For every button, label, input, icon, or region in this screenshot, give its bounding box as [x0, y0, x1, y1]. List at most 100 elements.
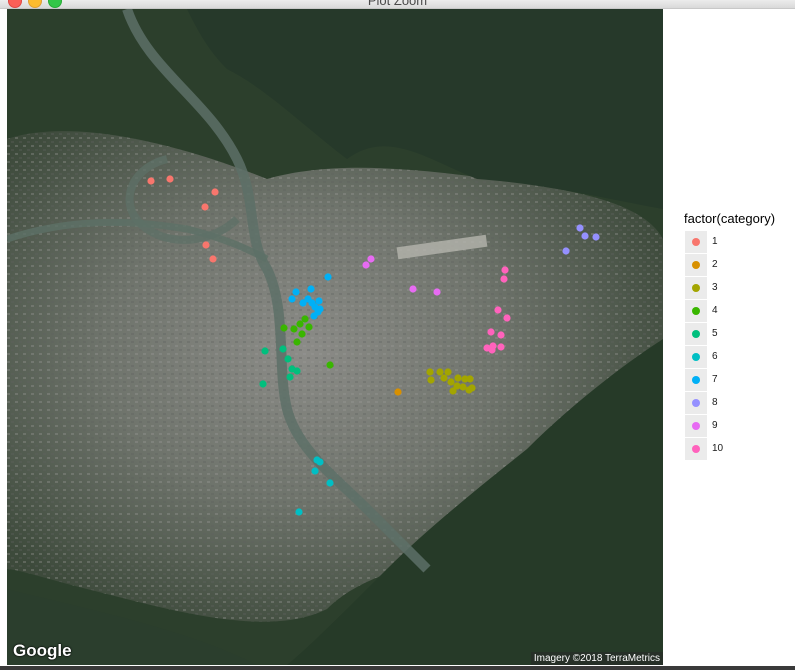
legend-dot	[692, 283, 700, 292]
legend-item: 6	[684, 345, 792, 368]
data-point-category-3	[444, 368, 452, 376]
legend-key	[685, 345, 707, 368]
data-point-category-9	[367, 255, 375, 263]
data-point-category-8	[576, 224, 584, 232]
legend-item: 3	[684, 276, 792, 299]
data-point-category-10	[483, 344, 491, 352]
data-point-category-10	[500, 275, 508, 283]
legend-key	[685, 391, 707, 414]
data-point-category-3	[447, 378, 455, 386]
data-point-category-6	[316, 458, 324, 466]
legend-item: 5	[684, 322, 792, 345]
data-point-category-8	[592, 233, 600, 241]
legend-title: factor(category)	[684, 211, 776, 226]
data-point-category-7	[288, 295, 296, 303]
map-plot-panel: Google Imagery ©2018 TerraMetrics	[7, 9, 663, 665]
data-point-category-10	[494, 306, 502, 314]
data-point-category-3	[454, 374, 462, 382]
data-point-category-3	[436, 368, 444, 376]
data-point-category-10	[487, 328, 495, 336]
data-point-category-5	[286, 373, 294, 381]
data-point-category-5	[259, 380, 267, 388]
data-point-category-8	[562, 247, 570, 255]
legend-dot	[692, 444, 700, 453]
legend-item: 1	[684, 230, 792, 253]
legend-label: 7	[712, 374, 718, 385]
data-point-category-9	[433, 288, 441, 296]
legend-item: 8	[684, 391, 792, 414]
data-point-category-10	[497, 331, 505, 339]
legend-key	[685, 253, 707, 276]
legend-key	[685, 322, 707, 345]
plot-zoom-window: Plot Zoom Google Imagery ©2018 TerraMetr…	[0, 0, 795, 670]
data-point-category-10	[497, 343, 505, 351]
data-point-category-5	[293, 367, 301, 375]
legend-item: 7	[684, 368, 792, 391]
legend-dot	[692, 260, 700, 269]
data-point-category-4	[296, 320, 304, 328]
legend-key	[685, 437, 707, 460]
data-point-category-5	[279, 345, 287, 353]
legend-item: 2	[684, 253, 792, 276]
data-point-category-6	[295, 508, 303, 516]
data-point-category-1	[147, 177, 155, 185]
legend-key	[685, 276, 707, 299]
data-point-category-3	[449, 387, 457, 395]
data-point-category-6	[326, 479, 334, 487]
data-point-category-4	[326, 361, 334, 369]
legend-key	[685, 230, 707, 253]
map-attribution: Imagery ©2018 TerraMetrics	[530, 652, 663, 665]
data-point-category-7	[292, 288, 300, 296]
legend-key	[685, 299, 707, 322]
data-point-category-5	[284, 355, 292, 363]
data-point-category-4	[293, 338, 301, 346]
data-point-category-2	[394, 388, 402, 396]
data-point-category-3	[426, 368, 434, 376]
legend-dot	[692, 237, 700, 246]
legend-label: 8	[712, 397, 718, 408]
data-point-category-7	[315, 297, 323, 305]
data-point-category-7	[299, 299, 307, 307]
legend-label: 1	[712, 236, 718, 247]
legend-label: 9	[712, 420, 718, 431]
data-point-category-3	[440, 374, 448, 382]
window-titlebar[interactable]: Plot Zoom	[0, 0, 795, 9]
legend-label: 2	[712, 259, 718, 270]
data-point-category-3	[466, 375, 474, 383]
dock-strip	[0, 666, 795, 670]
legend-dot	[692, 421, 700, 430]
data-point-category-7	[307, 285, 315, 293]
data-point-category-3	[465, 386, 473, 394]
data-point-category-7	[324, 273, 332, 281]
legend: factor(category) 1 2 3 4 5 6 7 8 9 10	[684, 211, 792, 460]
data-point-category-7	[316, 305, 324, 313]
data-point-category-9	[362, 261, 370, 269]
legend-dot	[692, 375, 700, 384]
legend-label: 10	[712, 443, 724, 454]
data-point-category-6	[311, 467, 319, 475]
legend-key	[685, 414, 707, 437]
data-point-category-1	[211, 188, 219, 196]
data-point-category-3	[427, 376, 435, 384]
legend-dot	[692, 306, 700, 315]
data-point-category-5	[261, 347, 269, 355]
legend-key	[685, 368, 707, 391]
data-point-category-7	[310, 312, 318, 320]
data-point-category-1	[166, 175, 174, 183]
legend-dot	[692, 352, 700, 361]
legend-label: 6	[712, 351, 718, 362]
data-point-category-1	[202, 241, 210, 249]
data-point-category-9	[409, 285, 417, 293]
data-point-category-10	[501, 266, 509, 274]
data-point-category-4	[298, 330, 306, 338]
satellite-map	[7, 9, 663, 665]
legend-dot	[692, 398, 700, 407]
legend-label: 3	[712, 282, 718, 293]
data-point-category-10	[503, 314, 511, 322]
data-point-category-8	[581, 232, 589, 240]
legend-dot	[692, 329, 700, 338]
data-point-category-4	[290, 325, 298, 333]
data-point-category-4	[305, 323, 313, 331]
data-point-category-1	[201, 203, 209, 211]
legend-item: 10	[684, 437, 792, 460]
